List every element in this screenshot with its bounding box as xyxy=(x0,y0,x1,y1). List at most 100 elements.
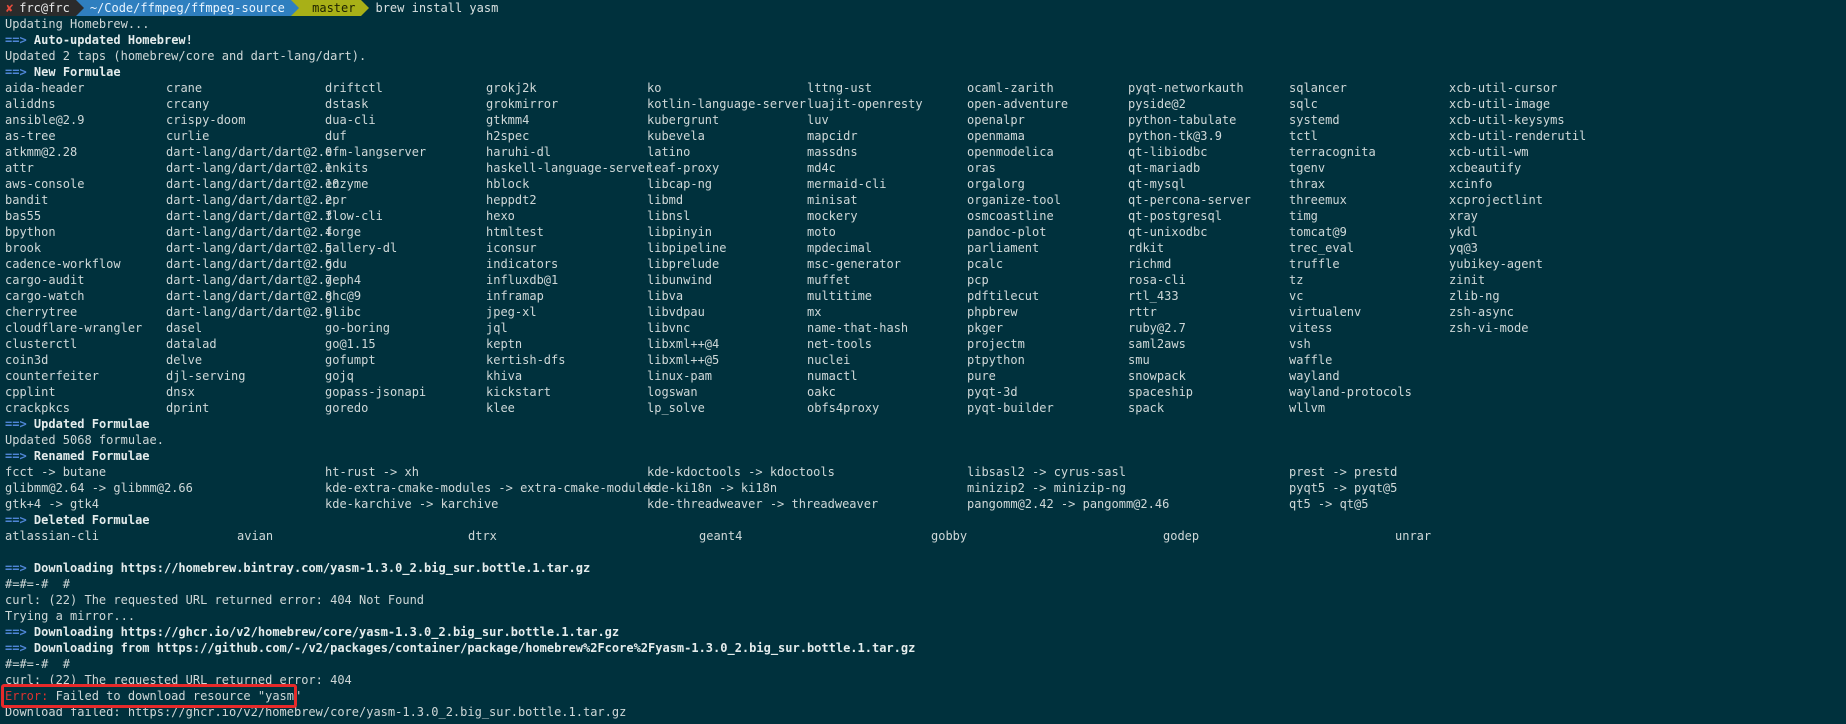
formula-item: inframap xyxy=(486,289,544,303)
formula-item: systemd xyxy=(1289,113,1340,127)
formula-item: klee xyxy=(486,401,515,415)
formula-item: gdu xyxy=(325,257,347,271)
formula-item: wllvm xyxy=(1289,401,1326,415)
formula-item: lttng-ust xyxy=(807,81,873,95)
formula-item: crane xyxy=(166,81,203,95)
formula-item: goredo xyxy=(325,401,369,415)
renamed-formula-item: gtk+4 -> gtk4 xyxy=(5,497,99,511)
section-title: New Formulae xyxy=(33,65,121,79)
formula-item: qt-percona-server xyxy=(1128,193,1251,207)
formula-item: cargo-watch xyxy=(5,289,85,303)
progress-line: #=#=-# # xyxy=(5,577,71,591)
formula-item: crcany xyxy=(166,97,210,111)
formula-item: epr xyxy=(325,193,347,207)
formula-item: openalpr xyxy=(967,113,1025,127)
section-title: Updated Formulae xyxy=(33,417,150,431)
renamed-formula-item: glibmm@2.64 -> glibmm@2.66 xyxy=(5,481,193,495)
formula-item: djl-serving xyxy=(166,369,246,383)
formula-item: enkits xyxy=(325,161,369,175)
formula-item: ptpython xyxy=(967,353,1025,367)
formula-item: spaceship xyxy=(1128,385,1194,399)
formula-item: libxml++@4 xyxy=(647,337,720,351)
formula-item: coin3d xyxy=(5,353,49,367)
formula-item: moto xyxy=(807,225,836,239)
formula-item: geph4 xyxy=(325,273,362,287)
formula-item: glibc xyxy=(325,305,362,319)
formula-item: qt-unixodbc xyxy=(1128,225,1208,239)
formula-item: leaf-proxy xyxy=(647,161,720,175)
formula-item: pcalc xyxy=(967,257,1004,271)
formula-item: open-adventure xyxy=(967,97,1069,111)
renamed-formula-item: libsasl2 -> cyrus-sasl xyxy=(967,465,1126,479)
formula-item: openmama xyxy=(967,129,1025,143)
formula-item: dasel xyxy=(166,321,203,335)
terminal-window[interactable]: ✘ frc@frc ~/Code/ffmpeg/ffmpeg-source mas… xyxy=(0,0,1846,724)
formula-item: dart-lang/dart/dart@2.7 xyxy=(166,273,333,287)
formula-item: dart-lang/dart/dart@2.3 xyxy=(166,209,333,223)
formula-item: delve xyxy=(166,353,203,367)
prompt-command: brew install yasm xyxy=(375,1,499,15)
formula-item: gallery-dl xyxy=(325,241,398,255)
formula-item: xcb-util-image xyxy=(1449,97,1551,111)
formula-item: yubikey-agent xyxy=(1449,257,1543,271)
formula-item: ansible@2.9 xyxy=(5,113,85,127)
formula-item: tctl xyxy=(1289,129,1318,143)
renamed-formula-item: fcct -> butane xyxy=(5,465,107,479)
formula-item: nuclei xyxy=(807,353,851,367)
section-title: Auto-updated Homebrew! xyxy=(33,33,193,47)
formula-item: logswan xyxy=(647,385,698,399)
formula-item: driftctl xyxy=(325,81,383,95)
formula-item: kubevela xyxy=(647,129,705,143)
formula-item: oras xyxy=(967,161,996,175)
formula-item: libvnc xyxy=(647,321,691,335)
deleted-formula-item: geant4 xyxy=(699,529,743,543)
formula-item: libvdpau xyxy=(647,305,705,319)
formula-item: haruhi-dl xyxy=(486,145,552,159)
formula-item: datalad xyxy=(166,337,217,351)
formula-item: xcinfo xyxy=(1449,177,1493,191)
formula-item: enzyme xyxy=(325,177,369,191)
renamed-formula-item: kde-ki18n -> ki18n xyxy=(647,481,778,495)
deleted-formula-item: godep xyxy=(1163,529,1200,543)
prompt-separator xyxy=(75,0,84,16)
prompt-separator xyxy=(290,0,299,16)
formula-item: qt-libiodbc xyxy=(1128,145,1208,159)
prompt-branch: master xyxy=(312,1,356,15)
formula-item: kickstart xyxy=(486,385,552,399)
formula-item: forge xyxy=(325,225,362,239)
formula-item: xcb-util-keysyms xyxy=(1449,113,1565,127)
formula-item: bpython xyxy=(5,225,56,239)
section-title: Deleted Formulae xyxy=(33,513,150,527)
formula-item: attr xyxy=(5,161,34,175)
formula-item: luv xyxy=(807,113,829,127)
formula-item: truffle xyxy=(1289,257,1340,271)
formula-item: qt-mysql xyxy=(1128,177,1186,191)
formula-item: heppdt2 xyxy=(486,193,537,207)
formula-item: msc-generator xyxy=(807,257,901,271)
arrow-marker: ==> xyxy=(5,625,27,639)
formula-item: cargo-audit xyxy=(5,273,85,287)
formula-item: lp_solve xyxy=(647,401,705,415)
formula-item: crispy-doom xyxy=(166,113,246,127)
formula-item: ghc@9 xyxy=(325,289,362,303)
formula-item: vc xyxy=(1289,289,1304,303)
formula-item: tz xyxy=(1289,273,1304,287)
formula-item: curlie xyxy=(166,129,210,143)
formula-item: pyqt-builder xyxy=(967,401,1054,415)
formula-item: cadence-workflow xyxy=(5,257,121,271)
renamed-formula-item: kde-kdoctools -> kdoctools xyxy=(647,465,835,479)
output-line: curl: (22) The requested URL returned er… xyxy=(5,593,425,607)
formula-item: cherrytree xyxy=(5,305,78,319)
formula-item: dart-lang/dart/dart@2.8 xyxy=(166,289,333,303)
formula-item: muffet xyxy=(807,273,851,287)
formula-item: dua-cli xyxy=(325,113,376,127)
arrow-marker: ==> xyxy=(5,641,27,655)
formula-item: vsh xyxy=(1289,337,1311,351)
section-header: ==> Updated Formulae xyxy=(5,416,150,432)
renamed-formula-item: ht-rust -> xh xyxy=(325,465,419,479)
prompt-git-segment: master xyxy=(298,0,362,16)
renamed-formula-item: pangomm@2.42 -> pangomm@2.46 xyxy=(967,497,1170,511)
formula-item: zinit xyxy=(1449,273,1486,287)
arrow-marker: ==> xyxy=(5,417,27,431)
output-line: Trying a mirror... xyxy=(5,609,136,623)
